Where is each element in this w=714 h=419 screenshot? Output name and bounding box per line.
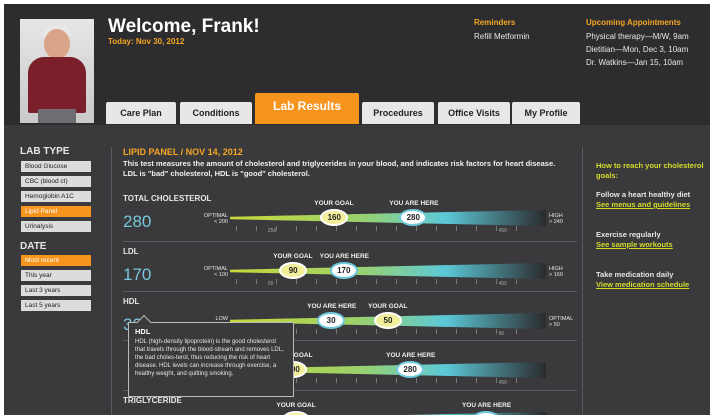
current-value-marker[interactable]: 280 (396, 361, 425, 378)
gauge-track (230, 263, 546, 279)
goal-text: Follow a heart healthy diet (596, 190, 691, 199)
gauge-track (230, 210, 546, 226)
goals-heading: How to reach your cholesterol goals: (596, 161, 704, 180)
gauge-low-label: OPTIMAL < 200 (203, 213, 228, 225)
lab-value: 170 (123, 265, 152, 284)
current-value-marker[interactable]: 170 (329, 262, 358, 279)
appointments-title: Upcoming Appointments (586, 18, 681, 27)
reminder-item[interactable]: Refill Metformin (474, 30, 530, 43)
today-date: Today: Nov 30, 2012 (108, 37, 185, 46)
lab-type-lipid-panel[interactable]: Lipid Panel (21, 206, 91, 217)
date-most-recent[interactable]: Most recent (21, 255, 91, 266)
gauge-low-label: OPTIMAL < 100 (203, 266, 228, 278)
gauge-high-label: HIGH > 160 (549, 266, 563, 278)
lab-name: HDL (123, 297, 140, 306)
you-are-here-label: YOU ARE HERE (307, 303, 357, 310)
gauge-scale-number: 250 (267, 228, 277, 234)
gauge-scale-number: 450 (498, 281, 507, 287)
date-title: DATE (20, 241, 47, 252)
you-are-here-label: YOU ARE HERE (386, 352, 436, 359)
you-are-here-label: YOU ARE HERE (389, 200, 439, 207)
lab-name: TOTAL CHOLESTEROL (123, 194, 212, 203)
header: Welcome, Frank! Today: Nov 30, 2012 Remi… (4, 4, 710, 125)
goal-marker-label: YOUR GOAL (273, 253, 313, 260)
goal-marker[interactable]: 90 (279, 262, 308, 279)
you-are-here-label: YOU ARE HERE (319, 253, 369, 260)
goal-marker[interactable]: 160 (320, 209, 349, 226)
lab-type-title: LAB TYPE (20, 146, 70, 157)
gauge-high-label: OPTIMAL > 50 (549, 316, 574, 328)
date-last-3-years[interactable]: Last 3 years (21, 285, 91, 296)
divider (582, 147, 583, 415)
you-are-here-label: YOU ARE HERE (461, 402, 512, 409)
hdl-tooltip: HDL HDL (high-density lipoprotein) is th… (128, 314, 294, 397)
avatar (20, 19, 94, 123)
lab-value: 280 (123, 212, 152, 231)
lab-type-cbc[interactable]: CBC (blood ct) (21, 176, 91, 187)
panel-title: LIPID PANEL / NOV 14, 2012 (123, 147, 243, 157)
tab-procedures[interactable]: Procedures (362, 102, 434, 124)
gauge-track (230, 412, 546, 415)
welcome-title: Welcome, Frank! (108, 16, 260, 37)
current-value-marker[interactable]: 30 (317, 312, 346, 329)
gauge-scale-number: 450 (498, 380, 507, 386)
row-divider (123, 241, 577, 242)
lab-type-hemoglobin-a1c[interactable]: Hemoglobin A1C (21, 191, 91, 202)
goal-marker[interactable]: 100 (282, 411, 311, 415)
lab-name: LDL (123, 247, 139, 256)
tab-conditions[interactable]: Conditions (180, 102, 252, 124)
date-last-5-years[interactable]: Last 5 years (21, 300, 91, 311)
lab-type-blood-glucose[interactable]: Blood Glucose (21, 161, 91, 172)
current-value-marker[interactable]: 280 (399, 209, 428, 226)
gauge-ticks (236, 226, 536, 231)
gauge-high-label: HIGH > 240 (549, 213, 563, 225)
appointment-item[interactable]: Dr. Watkins—Jan 15, 10am (586, 56, 683, 69)
divider (111, 147, 112, 415)
gauge-ticks (236, 279, 536, 284)
lab-value: 400 (123, 414, 151, 415)
date-this-year[interactable]: This year (21, 270, 91, 281)
row-divider (123, 291, 577, 292)
appointment-item[interactable]: Physical therapy—M/W, 9am (586, 30, 689, 43)
app-window: Welcome, Frank! Today: Nov 30, 2012 Remi… (4, 4, 710, 415)
reminders-title: Reminders (474, 18, 516, 27)
gauge-scale-number: 90 (498, 331, 505, 337)
goal-marker-label: YOUR GOAL (368, 303, 408, 310)
goal-text: Exercise regularly (596, 230, 661, 239)
goal-marker-label: YOUR GOAL (276, 402, 316, 409)
tooltip-title: HDL (135, 327, 151, 336)
tab-lab-results[interactable]: Lab Results (255, 93, 359, 124)
appointment-item[interactable]: Dietitian—Mon, Dec 3, 10am (586, 43, 688, 56)
lab-type-urinalysis[interactable]: Urinalysis (21, 221, 91, 232)
goal-marker-label: YOUR GOAL (314, 200, 354, 207)
tab-office-visits[interactable]: Office Visits (438, 102, 510, 124)
lab-name: TRIGLYCERIDE (123, 396, 182, 405)
gauge-scale-number: 450 (498, 228, 507, 234)
tab-care-plan[interactable]: Care Plan (106, 102, 176, 124)
goal-marker[interactable]: 50 (374, 312, 402, 329)
goal-link-medication[interactable]: View medication schedule (596, 280, 689, 289)
gauge-scale-number: 50 (267, 281, 274, 287)
panel-description: This test measures the amount of cholest… (123, 159, 556, 178)
goal-link-menus[interactable]: See menus and guidelines (596, 200, 690, 209)
goal-text: Take medication daily (596, 270, 674, 279)
current-value-marker[interactable]: 400 (471, 411, 500, 415)
tooltip-text: HDL (high-density lipoprotein) is the go… (135, 339, 284, 377)
goal-link-workouts[interactable]: See sample workouts (596, 240, 673, 249)
tab-my-profile[interactable]: My Profile (512, 102, 580, 124)
